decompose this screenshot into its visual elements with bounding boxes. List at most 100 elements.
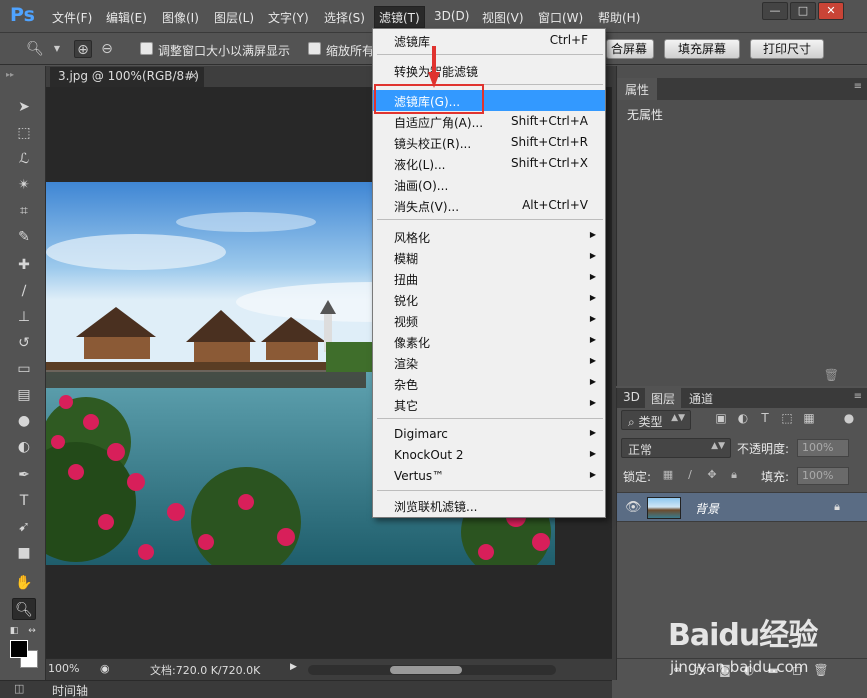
menu-edit[interactable]: 编辑(E) bbox=[106, 9, 147, 26]
menu-item-render[interactable]: 渲染 ▶ bbox=[373, 352, 605, 373]
panel-menu-icon[interactable]: ≡ bbox=[854, 391, 862, 402]
minimize-button[interactable]: — bbox=[762, 2, 788, 20]
menu-item-noise[interactable]: 杂色 ▶ bbox=[373, 373, 605, 394]
menu-item-other[interactable]: 其它 ▶ bbox=[373, 394, 605, 415]
menu-item-pixelate[interactable]: 像素化 ▶ bbox=[373, 331, 605, 352]
close-button[interactable]: ✕ bbox=[818, 2, 844, 20]
menu-item-vanishing-point[interactable]: 消失点(V)... Alt+Ctrl+V bbox=[373, 195, 605, 216]
menu-item-liquify[interactable]: 液化(L)... Shift+Ctrl+X bbox=[373, 153, 605, 174]
menu-item-convert-smart-filter[interactable]: 转换为智能滤镜 bbox=[373, 60, 605, 81]
menu-type[interactable]: 文字(Y) bbox=[268, 9, 309, 26]
type-filter-icon[interactable]: T bbox=[757, 410, 773, 426]
fill-screen-button[interactable]: 填充屏幕 bbox=[664, 39, 740, 59]
restore-button[interactable]: □ bbox=[790, 2, 816, 20]
swap-colors-icon[interactable]: ↔ bbox=[26, 620, 38, 642]
zoom-tool-icon[interactable]: 🔍︎ bbox=[12, 598, 36, 620]
pixel-filter-icon[interactable]: ▣ bbox=[713, 410, 729, 426]
menu-item-blur[interactable]: 模糊 ▶ bbox=[373, 247, 605, 268]
fit-screen-button[interactable]: 合屏幕 bbox=[606, 39, 654, 59]
layer-name[interactable]: 背景 bbox=[695, 500, 719, 517]
blur-tool-icon[interactable]: ● bbox=[12, 410, 36, 432]
menu-item-distort[interactable]: 扭曲 ▶ bbox=[373, 268, 605, 289]
zoom-tool-preset-icon[interactable]: 🔍︎ bbox=[26, 40, 44, 58]
menu-item-video[interactable]: 视频 ▶ bbox=[373, 310, 605, 331]
lock-pixels-icon[interactable]: ∕ bbox=[683, 468, 697, 482]
brush-tool-icon[interactable]: ∕ bbox=[12, 280, 36, 302]
menu-item-adaptive-wide-angle[interactable]: 自适应广角(A)... Shift+Ctrl+A bbox=[373, 111, 605, 132]
scrollbar-thumb[interactable] bbox=[390, 666, 462, 674]
eye-icon[interactable]: 👁︎ bbox=[625, 500, 642, 515]
menu-select[interactable]: 选择(S) bbox=[324, 9, 365, 26]
trash-icon[interactable]: 🗑︎ bbox=[824, 368, 839, 382]
menu-item-oil-paint[interactable]: 油画(O)... bbox=[373, 174, 605, 195]
menu-layer[interactable]: 图层(L) bbox=[214, 9, 254, 26]
blend-mode-select[interactable]: 正常 ▲▼ bbox=[621, 438, 731, 458]
menu-item-browse-filters-online[interactable]: 浏览联机滤镜... bbox=[373, 495, 605, 516]
document-tab[interactable]: 3.jpg @ 100%(RGB/8#) × bbox=[50, 67, 204, 87]
lock-position-icon[interactable]: ✥ bbox=[705, 468, 719, 482]
tab-layers[interactable]: 图层 bbox=[645, 388, 682, 408]
opacity-input[interactable]: 100% bbox=[797, 439, 849, 457]
horizontal-scrollbar[interactable] bbox=[308, 665, 556, 675]
print-size-button[interactable]: 打印尺寸 bbox=[750, 39, 824, 59]
menu-item-digimarc[interactable]: Digimarc ▶ bbox=[373, 424, 605, 445]
menu-image[interactable]: 图像(I) bbox=[162, 9, 199, 26]
menu-item-knockout[interactable]: KnockOut 2 ▶ bbox=[373, 445, 605, 466]
lock-transparent-icon[interactable]: ▦ bbox=[661, 468, 675, 482]
menu-help[interactable]: 帮助(H) bbox=[598, 9, 640, 26]
menu-window[interactable]: 窗口(W) bbox=[538, 9, 583, 26]
timeline-icon[interactable]: ◫ bbox=[14, 682, 24, 695]
menu-item-filter-gallery-last[interactable]: 滤镜库 Ctrl+F bbox=[373, 30, 605, 51]
tab-3d[interactable]: 3D bbox=[617, 388, 646, 408]
adjustment-filter-icon[interactable]: ◐ bbox=[735, 410, 751, 426]
history-brush-tool-icon[interactable]: ↺ bbox=[12, 332, 36, 354]
hand-tool-icon[interactable]: ✋ bbox=[12, 572, 36, 594]
smart-object-filter-icon[interactable]: ▦ bbox=[801, 410, 817, 426]
healing-brush-tool-icon[interactable]: ✚ bbox=[12, 254, 36, 276]
panel-grip-icon[interactable]: ▸▸ bbox=[6, 70, 14, 79]
magic-wand-tool-icon[interactable]: ✴ bbox=[12, 174, 36, 196]
menu-3d[interactable]: 3D(D) bbox=[434, 9, 469, 23]
share-icon[interactable]: ◉ bbox=[100, 662, 110, 675]
panel-menu-icon[interactable]: ≡ bbox=[854, 81, 862, 92]
chevron-right-icon[interactable]: ▶ bbox=[290, 662, 297, 672]
chevron-down-icon[interactable]: ▼ bbox=[48, 40, 66, 58]
clone-stamp-tool-icon[interactable]: ⊥ bbox=[12, 306, 36, 328]
zoom-level[interactable]: 100% bbox=[48, 662, 79, 675]
menu-item-sharpen[interactable]: 锐化 ▶ bbox=[373, 289, 605, 310]
layer-row-background[interactable]: 👁︎ 背景 🔒︎ bbox=[617, 492, 867, 522]
eraser-tool-icon[interactable]: ▭ bbox=[12, 358, 36, 380]
path-selection-tool-icon[interactable]: ➹ bbox=[12, 516, 36, 538]
menu-filter[interactable]: 滤镜(T) bbox=[374, 6, 425, 28]
lasso-tool-icon[interactable]: ℒ bbox=[12, 148, 36, 170]
pen-tool-icon[interactable]: ✒ bbox=[12, 464, 36, 486]
default-colors-icon[interactable]: ◧ bbox=[8, 620, 20, 642]
shape-filter-icon[interactable]: ⬚ bbox=[779, 410, 795, 426]
resize-windows-checkbox[interactable] bbox=[140, 42, 153, 55]
move-tool-icon[interactable]: ➤ bbox=[12, 96, 36, 118]
menu-item-stylize[interactable]: 风格化 ▶ bbox=[373, 226, 605, 247]
foreground-color-swatch[interactable] bbox=[10, 640, 28, 658]
lock-all-icon[interactable]: 🔒︎ bbox=[727, 468, 741, 482]
gradient-tool-icon[interactable]: ▤ bbox=[12, 384, 36, 406]
menu-item-vertus[interactable]: Vertus™ ▶ bbox=[373, 466, 605, 487]
zoom-in-icon[interactable]: ⊕ bbox=[74, 40, 92, 58]
fill-input[interactable]: 100% bbox=[797, 467, 849, 485]
menu-file[interactable]: 文件(F) bbox=[52, 9, 92, 26]
menu-item-lens-correction[interactable]: 镜头校正(R)... Shift+Ctrl+R bbox=[373, 132, 605, 153]
crop-tool-icon[interactable]: ⌗ bbox=[12, 200, 36, 222]
close-icon[interactable]: × bbox=[189, 69, 198, 82]
zoom-out-icon[interactable]: ⊖ bbox=[98, 40, 116, 58]
marquee-tool-icon[interactable]: ⬚ bbox=[12, 122, 36, 144]
tab-channels[interactable]: 通道 bbox=[683, 388, 719, 408]
timeline-label[interactable]: 时间轴 bbox=[52, 682, 88, 698]
filter-toggle-icon[interactable]: ● bbox=[841, 410, 857, 426]
layer-filter-select[interactable]: ⌕ 类型 ▲▼ bbox=[621, 410, 691, 430]
dodge-tool-icon[interactable]: ◐ bbox=[12, 436, 36, 458]
menu-view[interactable]: 视图(V) bbox=[482, 9, 524, 26]
tab-properties[interactable]: 属性 bbox=[617, 78, 658, 100]
eyedropper-tool-icon[interactable]: ✎ bbox=[12, 226, 36, 248]
zoom-all-checkbox[interactable] bbox=[308, 42, 321, 55]
rectangle-tool-icon[interactable]: ■ bbox=[12, 542, 36, 564]
type-tool-icon[interactable]: T bbox=[12, 490, 36, 512]
